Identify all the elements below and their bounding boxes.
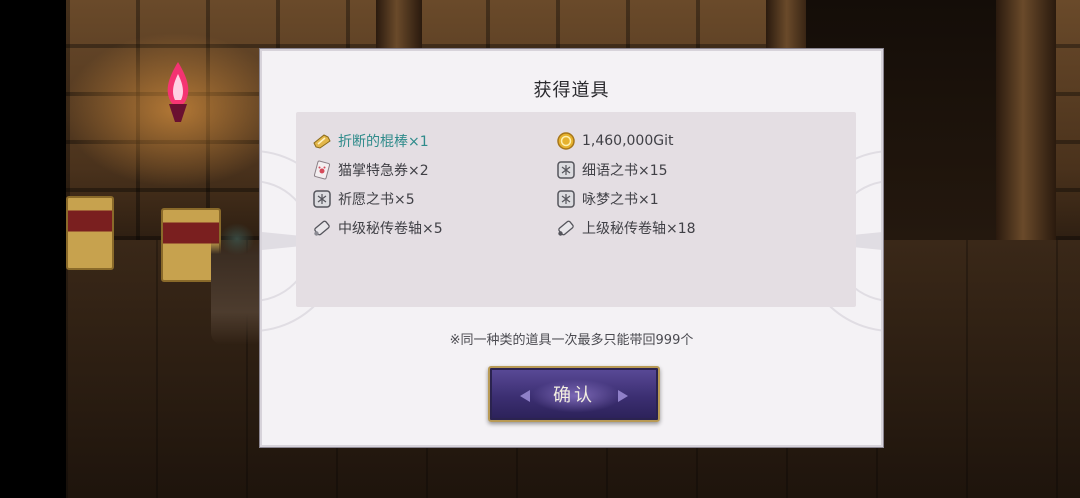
magic-torch-icon (167, 62, 189, 122)
arrow-left-icon (520, 390, 530, 402)
item-whisper-book[interactable]: 细语之书×15 (556, 158, 668, 182)
item-label: 祈愿之书×5 (338, 192, 415, 208)
item-label: 猫掌特急券×2 (338, 163, 429, 179)
item-label: 细语之书×15 (582, 163, 668, 179)
item-label: 咏梦之书×1 (582, 192, 659, 208)
confirm-button-label: 确认 (553, 385, 595, 406)
treasure-chest (66, 196, 114, 270)
arrow-right-icon (618, 390, 628, 402)
item-label: 1,460,000Git (582, 133, 674, 149)
book-icon (313, 190, 331, 208)
item-obtained-dialog: 获得道具 折断的棍棒×1 1,460,000Git 猫掌特急券×2 细语之书×1… (260, 49, 883, 447)
item-dream-book[interactable]: 咏梦之书×1 (556, 187, 659, 211)
item-high-scroll[interactable]: 上级秘传卷轴×18 (556, 216, 696, 240)
item-label: 上级秘传卷轴×18 (582, 221, 696, 237)
scroll-icon (558, 220, 574, 236)
scroll-icon (314, 220, 330, 236)
item-mid-scroll[interactable]: 中级秘传卷轴×5 (312, 216, 443, 240)
item-prayer-book[interactable]: 祈愿之书×5 (312, 187, 415, 211)
book-icon (557, 190, 575, 208)
item-broken-stick[interactable]: 折断的棍棒×1 (312, 129, 429, 153)
player-character (211, 215, 263, 345)
item-paw-ticket[interactable]: 猫掌特急券×2 (312, 158, 429, 182)
carry-limit-note: ※同一种类的道具一次最多只能带回999个 (449, 333, 694, 348)
item-label: 折断的棍棒×1 (338, 134, 429, 150)
stone-pillar (996, 0, 1056, 240)
paw-ticket-icon (313, 160, 331, 180)
book-icon (557, 161, 575, 179)
item-git-currency[interactable]: 1,460,000Git (556, 129, 673, 153)
confirm-button[interactable]: 确认 (488, 366, 660, 422)
dialog-title: 获得道具 (533, 80, 610, 101)
item-label: 中级秘传卷轴×5 (338, 221, 443, 237)
gold-coin-icon (557, 132, 575, 150)
broken-stick-icon (313, 134, 331, 149)
obtained-items-list: 折断的棍棒×1 1,460,000Git 猫掌特急券×2 细语之书×15 祈愿之… (296, 112, 856, 307)
